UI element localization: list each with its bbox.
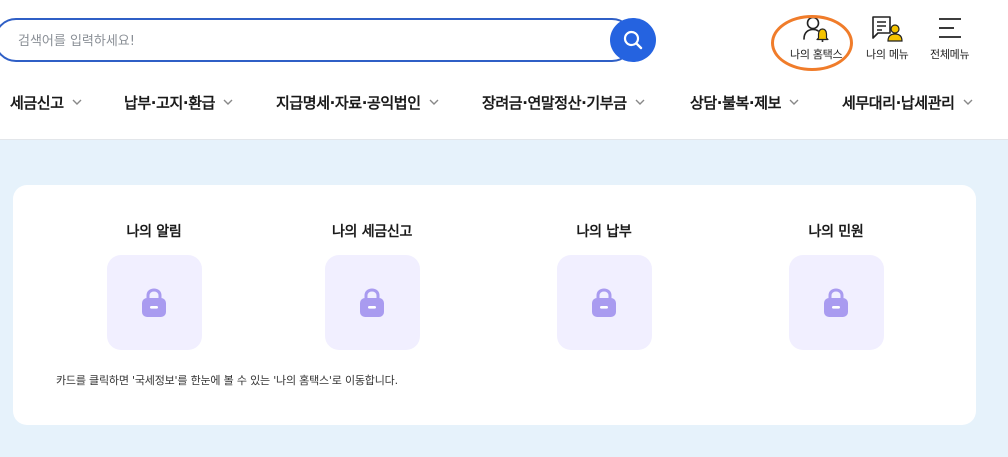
- nav-item-label: 세무대리·납세관리: [842, 93, 955, 112]
- card-tile[interactable]: [788, 255, 884, 350]
- search-box[interactable]: [0, 18, 634, 62]
- chevron-down-icon: [635, 99, 645, 105]
- lock-icon: [592, 287, 616, 317]
- my-menu-label: 나의 메뉴: [866, 48, 909, 61]
- main-navigation: 세금신고 납부·고지·환급 지급명세·자료·공익법인 장려금·연말정산·기부금 …: [0, 86, 1008, 118]
- content-area: 나의 알림 나의 세금신고 나의 납부 나의 민원 카드를 클릭하면 '국세정보…: [0, 140, 1008, 457]
- card-my-notifications[interactable]: 나의 알림: [59, 221, 249, 350]
- hamburger-icon: [938, 18, 961, 38]
- card-tile[interactable]: [324, 255, 420, 350]
- card-title: 나의 민원: [808, 224, 864, 240]
- nav-item-incentives[interactable]: 장려금·연말정산·기부금: [482, 86, 645, 118]
- my-menu-button[interactable]: 나의 메뉴: [866, 14, 909, 62]
- card-title: 나의 알림: [126, 224, 182, 240]
- chevron-down-icon: [223, 99, 233, 105]
- search-icon: [623, 30, 643, 50]
- nav-item-label: 장려금·연말정산·기부금: [482, 93, 627, 112]
- chevron-down-icon: [789, 99, 799, 105]
- nav-item-tax-agent[interactable]: 세무대리·납세관리: [842, 86, 973, 118]
- lock-icon: [824, 287, 848, 317]
- highlight-circle: [771, 15, 853, 71]
- nav-item-label: 상담·불복·제보: [690, 93, 781, 112]
- header: 나의 홈택스 나의 메뉴 전체메뉴 세금신고 납부·고지·환급: [0, 0, 1008, 140]
- card-title: 나의 세금신고: [331, 224, 413, 240]
- card-tile[interactable]: [106, 255, 202, 350]
- search-button[interactable]: [610, 18, 656, 62]
- lock-icon: [360, 287, 384, 317]
- nav-item-tax-filing[interactable]: 세금신고: [10, 86, 82, 118]
- card-my-tax-filing[interactable]: 나의 세금신고: [277, 221, 467, 350]
- chevron-down-icon: [429, 99, 439, 105]
- all-menu-label: 전체메뉴: [930, 48, 970, 61]
- search-input[interactable]: [16, 20, 600, 62]
- menu-user-icon: [872, 16, 903, 42]
- nav-item-consulting[interactable]: 상담·불복·제보: [690, 86, 799, 118]
- nav-item-label: 세금신고: [10, 93, 64, 112]
- chevron-down-icon: [72, 99, 82, 105]
- nav-item-label: 지급명세·자료·공익법인: [276, 93, 421, 112]
- card-my-civil-petitions[interactable]: 나의 민원: [741, 221, 931, 350]
- card-tile[interactable]: [556, 255, 652, 350]
- card-title: 나의 납부: [576, 224, 632, 240]
- lock-icon: [142, 287, 166, 317]
- card-my-payment[interactable]: 나의 납부: [509, 221, 699, 350]
- card-notice-text: 카드를 클릭하면 '국세정보'를 한눈에 볼 수 있는 '나의 홈택스'로 이동…: [56, 374, 398, 387]
- my-hometax-card-panel: 나의 알림 나의 세금신고 나의 납부 나의 민원 카드를 클릭하면 '국세정보…: [13, 185, 976, 425]
- chevron-down-icon: [963, 99, 973, 105]
- all-menu-button[interactable]: 전체메뉴: [930, 14, 970, 62]
- nav-item-payment[interactable]: 납부·고지·환급: [124, 86, 233, 118]
- nav-item-label: 납부·고지·환급: [124, 93, 215, 112]
- nav-item-statements[interactable]: 지급명세·자료·공익법인: [276, 86, 439, 118]
